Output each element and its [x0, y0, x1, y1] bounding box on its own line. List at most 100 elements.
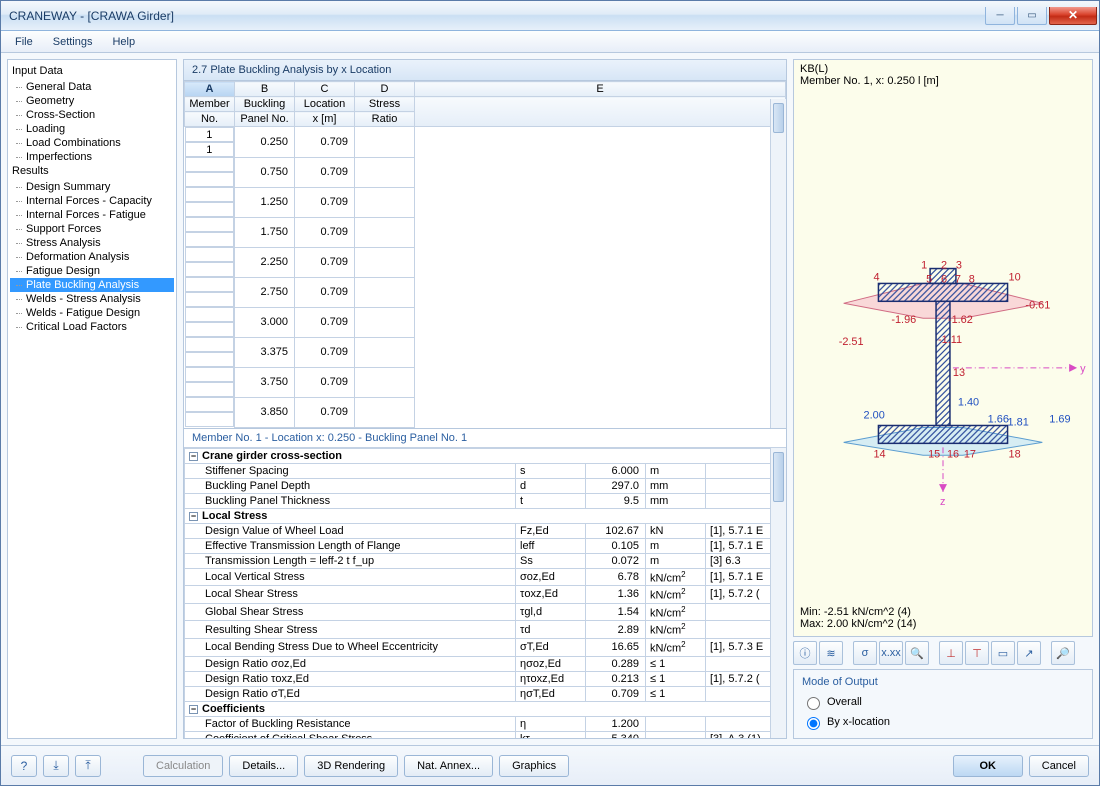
3d-rendering-button[interactable]: 3D Rendering	[304, 755, 398, 777]
details-button[interactable]: Details...	[229, 755, 298, 777]
cell[interactable]	[355, 367, 415, 397]
cell[interactable]: 0.709	[295, 187, 355, 217]
radio-overall[interactable]: Overall	[802, 692, 1084, 712]
cell[interactable]: 0.709	[295, 367, 355, 397]
cell[interactable]: 0.250	[235, 127, 295, 158]
cell[interactable]	[355, 187, 415, 217]
help-icon[interactable]: ?	[11, 755, 37, 777]
cell[interactable]	[185, 232, 235, 247]
cell[interactable]	[355, 247, 415, 277]
radio-by-x[interactable]: By x-location	[802, 712, 1084, 732]
cell[interactable]	[185, 202, 235, 217]
tree-item[interactable]: Fatigue Design	[10, 264, 174, 278]
cell[interactable]	[185, 307, 235, 322]
cell[interactable]: 3.000	[235, 307, 295, 337]
cell[interactable]: 0.709	[295, 397, 355, 427]
col-a[interactable]: A	[185, 82, 235, 97]
menu-help[interactable]: Help	[104, 34, 143, 50]
cell[interactable]	[185, 262, 235, 277]
cell[interactable]: 1	[185, 127, 235, 142]
col-c[interactable]: C	[295, 82, 355, 97]
tree-item[interactable]: Loading	[10, 122, 174, 136]
tree-results[interactable]: Results	[10, 164, 174, 178]
cell[interactable]	[355, 217, 415, 247]
cell[interactable]	[185, 247, 235, 262]
cell[interactable]: 0.709	[295, 337, 355, 367]
cell[interactable]	[185, 322, 235, 337]
cell[interactable]	[185, 382, 235, 397]
tree-item[interactable]: General Data	[10, 80, 174, 94]
tree-item[interactable]: Deformation Analysis	[10, 250, 174, 264]
tree-item[interactable]: Cross-Section	[10, 108, 174, 122]
cell[interactable]	[185, 217, 235, 232]
tree-item[interactable]: Plate Buckling Analysis	[10, 278, 174, 292]
cell[interactable]: 0.709	[295, 157, 355, 187]
maximize-button[interactable]: ▭	[1017, 7, 1047, 25]
cell[interactable]: 0.709	[295, 307, 355, 337]
close-button[interactable]: ✕	[1049, 7, 1097, 25]
ok-button[interactable]: OK	[953, 755, 1023, 777]
cell[interactable]	[355, 277, 415, 307]
cell[interactable]: 2.750	[235, 277, 295, 307]
cell[interactable]	[185, 277, 235, 292]
cell[interactable]: 3.375	[235, 337, 295, 367]
cell[interactable]	[185, 337, 235, 352]
cell[interactable]: 1.750	[235, 217, 295, 247]
import-icon[interactable]: ⤓	[43, 755, 69, 777]
cell[interactable]: 0.709	[295, 127, 355, 158]
cell[interactable]	[185, 367, 235, 382]
search-icon[interactable]: 🔍	[905, 641, 929, 665]
calculation-button[interactable]: Calculation	[143, 755, 223, 777]
ratio-icon[interactable]: ▭	[991, 641, 1015, 665]
cell[interactable]	[185, 352, 235, 367]
cell[interactable]	[355, 307, 415, 337]
xx-icon[interactable]: x.xx	[879, 641, 903, 665]
section2-icon[interactable]: ⊤	[965, 641, 989, 665]
cell[interactable]	[185, 412, 235, 427]
cell[interactable]: 1	[185, 142, 235, 157]
section-diagram[interactable]: KB(L) Member No. 1, x: 0.250 l [m]	[793, 59, 1093, 637]
minimize-button[interactable]: ─	[985, 7, 1015, 25]
cell[interactable]: 0.709	[295, 247, 355, 277]
col-b[interactable]: B	[235, 82, 295, 97]
export-icon[interactable]: ⤒	[75, 755, 101, 777]
tree-item[interactable]: Imperfections	[10, 150, 174, 164]
detail-scrollbar[interactable]	[770, 448, 786, 739]
tree-item[interactable]: Load Combinations	[10, 136, 174, 150]
graphics-button[interactable]: Graphics	[499, 755, 569, 777]
col-e[interactable]: E	[415, 82, 786, 97]
cell[interactable]: 3.850	[235, 397, 295, 427]
menu-settings[interactable]: Settings	[45, 34, 101, 50]
tree-item[interactable]: Design Summary	[10, 180, 174, 194]
cell[interactable]: 1.250	[235, 187, 295, 217]
nat-annex-button[interactable]: Nat. Annex...	[404, 755, 493, 777]
cell[interactable]: 0.750	[235, 157, 295, 187]
tree-item[interactable]: Internal Forces - Fatigue	[10, 208, 174, 222]
cancel-button[interactable]: Cancel	[1029, 755, 1089, 777]
cell[interactable]	[185, 187, 235, 202]
menu-file[interactable]: File	[7, 34, 41, 50]
grid-scrollbar[interactable]	[770, 99, 786, 428]
axis-icon[interactable]: ↗	[1017, 641, 1041, 665]
tree-item[interactable]: Welds - Fatigue Design	[10, 306, 174, 320]
tree-item[interactable]: Geometry	[10, 94, 174, 108]
tree-item[interactable]: Support Forces	[10, 222, 174, 236]
info-icon[interactable]: ⓘ	[793, 641, 817, 665]
cell[interactable]: 3.750	[235, 367, 295, 397]
tree-item[interactable]: Critical Load Factors	[10, 320, 174, 334]
cell[interactable]	[185, 172, 235, 187]
section-header[interactable]: −Crane girder cross-section	[185, 448, 786, 463]
section1-icon[interactable]: ⊥	[939, 641, 963, 665]
cell[interactable]	[185, 292, 235, 307]
col-d[interactable]: D	[355, 82, 415, 97]
section-header[interactable]: −Local Stress	[185, 508, 786, 523]
cell[interactable]: 2.250	[235, 247, 295, 277]
cell[interactable]: 0.709	[295, 217, 355, 247]
cell[interactable]	[355, 157, 415, 187]
tree-item[interactable]: Stress Analysis	[10, 236, 174, 250]
stress-icon[interactable]: ≋	[819, 641, 843, 665]
cell[interactable]	[355, 127, 415, 158]
sigma-icon[interactable]: σ	[853, 641, 877, 665]
tree-item[interactable]: Internal Forces - Capacity	[10, 194, 174, 208]
tree-input-data[interactable]: Input Data	[10, 64, 174, 78]
